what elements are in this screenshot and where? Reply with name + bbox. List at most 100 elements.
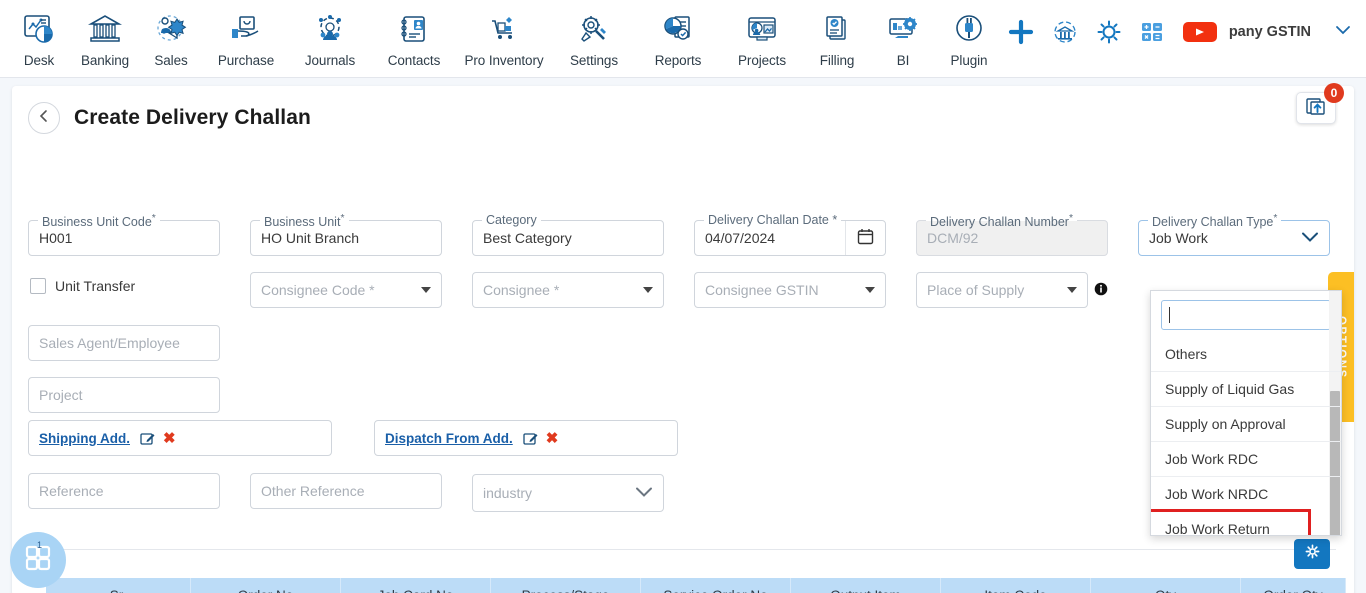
chevron-down-icon[interactable]: [421, 287, 431, 293]
dropdown-option-job-work-return[interactable]: Job Work Return: [1151, 509, 1311, 535]
remove-x-icon[interactable]: ✖: [546, 429, 559, 447]
nav-item-banking[interactable]: Banking: [72, 0, 138, 68]
nav-item-projects[interactable]: Projects: [720, 0, 804, 68]
table-header-row: Sr. Order No Job Card No Process/Stage S…: [46, 578, 1346, 593]
dashboard-icon: [19, 6, 59, 52]
company-gstin-label: pany GSTIN: [1228, 24, 1311, 40]
nav-item-settings[interactable]: Settings: [552, 0, 636, 68]
dropdown-option-job-work-rdc[interactable]: Job Work RDC: [1151, 441, 1341, 476]
shipping-address-field[interactable]: Shipping Add. ✖: [28, 420, 332, 456]
chevron-down-icon[interactable]: [1067, 287, 1077, 293]
category-label: Category: [482, 213, 541, 227]
bi-icon: [883, 6, 923, 52]
reference-field[interactable]: Reference: [28, 473, 220, 509]
column-header-order-no: Order No: [191, 578, 341, 593]
dropdown-search-input[interactable]: [1161, 300, 1331, 330]
delivery-challan-date-value: 04/07/2024: [705, 230, 776, 246]
nav-item-sales[interactable]: Sales: [138, 0, 204, 68]
line-items-table: Sr. Order No Job Card No Process/Stage S…: [46, 578, 1346, 593]
page-header: Create Delivery Challan 0: [12, 83, 1354, 134]
other-reference-placeholder: Other Reference: [261, 483, 365, 499]
plus-icon[interactable]: [1008, 19, 1034, 45]
top-navigation-bar: Desk Banking Sales Purchase Journals Con…: [0, 0, 1366, 78]
nav-right-actions: pany GSTIN: [1008, 18, 1352, 46]
nav-item-reports[interactable]: Reports: [636, 0, 720, 68]
chevron-down-icon[interactable]: [643, 287, 653, 293]
category-value: Best Category: [483, 230, 572, 246]
dropdown-option-others[interactable]: Others: [1151, 336, 1341, 371]
delivery-challan-number-field: Delivery Challan Number* DCM/92: [916, 213, 1108, 256]
edit-icon[interactable]: [140, 431, 155, 446]
remove-x-icon[interactable]: ✖: [163, 429, 176, 447]
projects-icon: [742, 6, 782, 52]
widget-count-label: 1: [37, 540, 43, 550]
delivery-challan-type-dropdown[interactable]: Others Supply of Liquid Gas Supply on Ap…: [1150, 290, 1342, 536]
chevron-left-icon: [37, 109, 51, 128]
nav-item-label: Sales: [154, 53, 188, 68]
dispatch-address-field[interactable]: Dispatch From Add. ✖: [374, 420, 678, 456]
nav-item-purchase[interactable]: Purchase: [204, 0, 288, 68]
calendar-picker-button[interactable]: [845, 221, 885, 255]
nav-item-contacts[interactable]: Contacts: [372, 0, 456, 68]
calculator-icon[interactable]: [1139, 19, 1165, 45]
nav-item-label: Reports: [654, 53, 702, 68]
category-field[interactable]: Category Best Category: [472, 213, 664, 256]
bank-sync-icon[interactable]: [1051, 18, 1079, 46]
sales-agent-field[interactable]: Sales Agent/Employee: [28, 325, 220, 361]
upload-count-badge: 0: [1324, 83, 1344, 103]
dispatch-address-link[interactable]: Dispatch From Add.: [385, 431, 513, 446]
nav-item-filling[interactable]: Filling: [804, 0, 870, 68]
youtube-icon[interactable]: [1182, 19, 1218, 45]
upload-attachments: 0: [1296, 83, 1344, 124]
project-field[interactable]: Project: [28, 377, 220, 413]
gear-icon[interactable]: [1096, 19, 1122, 45]
chevron-down-icon[interactable]: [1299, 229, 1321, 248]
table-settings-button[interactable]: [1294, 539, 1330, 569]
nav-item-label: Desk: [23, 53, 55, 68]
place-of-supply-field[interactable]: Place of Supply: [916, 272, 1088, 308]
nav-item-label: BI: [896, 53, 910, 68]
column-header-order-qty: Order Qty: [1241, 578, 1346, 593]
chevron-down-icon[interactable]: [1334, 23, 1352, 42]
delivery-challan-number-label: Delivery Challan Number*: [926, 213, 1078, 230]
business-unit-field[interactable]: Business Unit* HO Unit Branch: [250, 213, 442, 256]
column-header-process-stage: Process/Stage: [491, 578, 641, 593]
industry-field[interactable]: industry: [472, 474, 664, 512]
delivery-challan-date-field[interactable]: Delivery Challan Date * 04/07/2024: [694, 213, 886, 256]
plugin-icon: [949, 6, 989, 52]
back-button[interactable]: [28, 102, 60, 134]
unit-transfer-checkbox[interactable]: [30, 278, 46, 294]
reference-placeholder: Reference: [39, 483, 104, 499]
nav-item-label: Banking: [80, 53, 130, 68]
dropdown-option-supply-of-liquid-gas[interactable]: Supply of Liquid Gas: [1151, 371, 1341, 406]
consignee-field[interactable]: Consignee *: [472, 272, 664, 308]
nav-item-desk[interactable]: Desk: [6, 0, 72, 68]
nav-item-label: Purchase: [217, 53, 275, 68]
business-unit-code-field[interactable]: Business Unit Code* H001: [28, 213, 220, 256]
nav-item-plugin[interactable]: Plugin: [936, 0, 1002, 68]
dropdown-option-job-work-nrdc[interactable]: Job Work NRDC: [1151, 476, 1341, 511]
form-card: Create Delivery Challan 0 Business Unit …: [12, 83, 1354, 593]
bank-icon: [85, 6, 125, 52]
chevron-down-icon[interactable]: [865, 287, 875, 293]
delivery-challan-type-field[interactable]: Delivery Challan Type* Job Work: [1138, 213, 1330, 256]
page-container: Create Delivery Challan 0 Business Unit …: [0, 78, 1366, 593]
info-icon[interactable]: [1094, 282, 1108, 301]
business-unit-code-label: Business Unit Code*: [38, 213, 160, 230]
other-reference-field[interactable]: Other Reference: [250, 473, 442, 509]
shipping-address-link[interactable]: Shipping Add.: [39, 431, 130, 446]
delivery-challan-date-label: Delivery Challan Date *: [704, 213, 842, 227]
nav-item-list: Desk Banking Sales Purchase Journals Con…: [0, 0, 1002, 68]
dropdown-option-supply-on-approval[interactable]: Supply on Approval: [1151, 406, 1341, 441]
nav-item-pro-inventory[interactable]: Pro Inventory: [456, 0, 552, 68]
nav-item-journals[interactable]: Journals: [288, 0, 372, 68]
nav-item-bi[interactable]: BI: [870, 0, 936, 68]
sales-icon: [151, 6, 191, 52]
widget-launcher-button[interactable]: 1: [10, 532, 66, 588]
chevron-down-icon[interactable]: [633, 484, 655, 503]
edit-icon[interactable]: [523, 431, 538, 446]
consignee-gstin-field[interactable]: Consignee GSTIN: [694, 272, 886, 308]
business-unit-value: HO Unit Branch: [261, 230, 360, 246]
unit-transfer-checkbox-row[interactable]: Unit Transfer: [30, 278, 135, 294]
consignee-code-field[interactable]: Consignee Code *: [250, 272, 442, 308]
